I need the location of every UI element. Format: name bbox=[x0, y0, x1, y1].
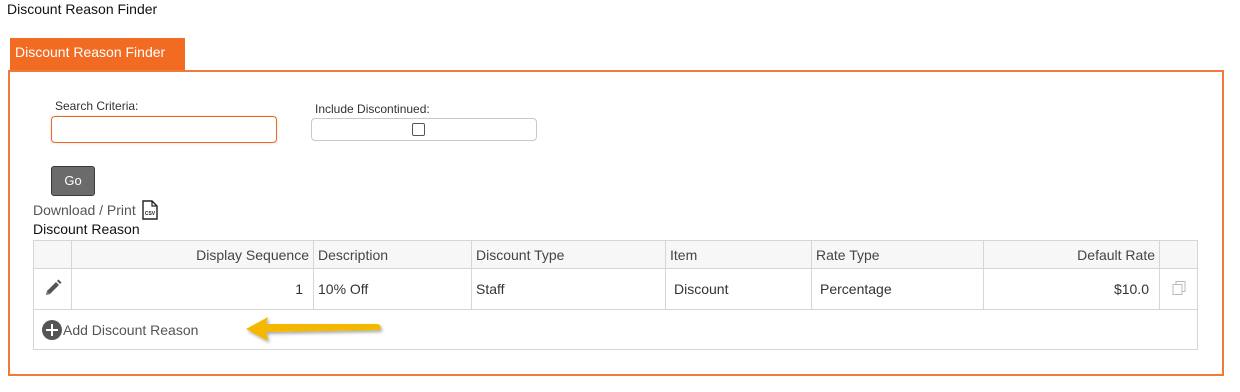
search-criteria-label: Search Criteria: bbox=[55, 99, 139, 113]
cell-default-rate: $10.0 bbox=[983, 268, 1160, 310]
table-footer-row: Add Discount Reason bbox=[33, 309, 1198, 350]
header-item[interactable]: Item bbox=[665, 240, 812, 269]
cell-rate-type: Percentage bbox=[811, 268, 984, 310]
discount-reason-table: Display Sequence Description Discount Ty… bbox=[33, 240, 1198, 350]
include-discontinued-label: Include Discontinued: bbox=[315, 102, 430, 116]
cell-display-sequence: 1 bbox=[71, 268, 314, 310]
download-print-link[interactable]: Download / Print CSV bbox=[33, 200, 158, 220]
table-row: 1 10% Off Staff Discount Percentage $10.… bbox=[33, 268, 1198, 310]
add-row-cell: Add Discount Reason bbox=[33, 309, 1198, 350]
header-default-rate[interactable]: Default Rate bbox=[983, 240, 1160, 269]
go-button[interactable]: Go bbox=[51, 166, 95, 196]
add-circle-icon bbox=[42, 319, 62, 340]
cell-item: Discount bbox=[665, 268, 812, 310]
edit-cell bbox=[33, 268, 72, 310]
header-description[interactable]: Description bbox=[313, 240, 472, 269]
tab-discount-reason-finder[interactable]: Discount Reason Finder bbox=[10, 38, 185, 71]
copy-cell bbox=[1159, 268, 1198, 310]
header-discount-type[interactable]: Discount Type bbox=[471, 240, 666, 269]
header-rate-type[interactable]: Rate Type bbox=[811, 240, 984, 269]
add-discount-reason-label: Add Discount Reason bbox=[63, 321, 199, 338]
search-criteria-input[interactable] bbox=[51, 116, 277, 143]
copy-icon[interactable] bbox=[1171, 280, 1187, 299]
annotation-arrow-icon bbox=[246, 317, 381, 341]
page-title: Discount Reason Finder bbox=[7, 1, 158, 17]
include-discontinued-checkbox[interactable] bbox=[412, 123, 425, 136]
header-edit bbox=[33, 240, 72, 269]
download-print-label: Download / Print bbox=[33, 202, 136, 218]
header-display-sequence[interactable]: Display Sequence bbox=[71, 240, 314, 269]
pencil-icon[interactable] bbox=[43, 279, 63, 301]
csv-file-icon[interactable]: CSV bbox=[142, 200, 158, 220]
header-copy bbox=[1159, 240, 1198, 269]
include-discontinued-field bbox=[311, 118, 537, 141]
table-header-row: Display Sequence Description Discount Ty… bbox=[33, 240, 1198, 269]
svg-text:CSV: CSV bbox=[145, 211, 156, 217]
add-discount-reason-link[interactable]: Add Discount Reason bbox=[38, 319, 1193, 340]
grid-title: Discount Reason bbox=[33, 221, 140, 237]
cell-description: 10% Off bbox=[313, 268, 472, 310]
cell-discount-type: Staff bbox=[471, 268, 666, 310]
